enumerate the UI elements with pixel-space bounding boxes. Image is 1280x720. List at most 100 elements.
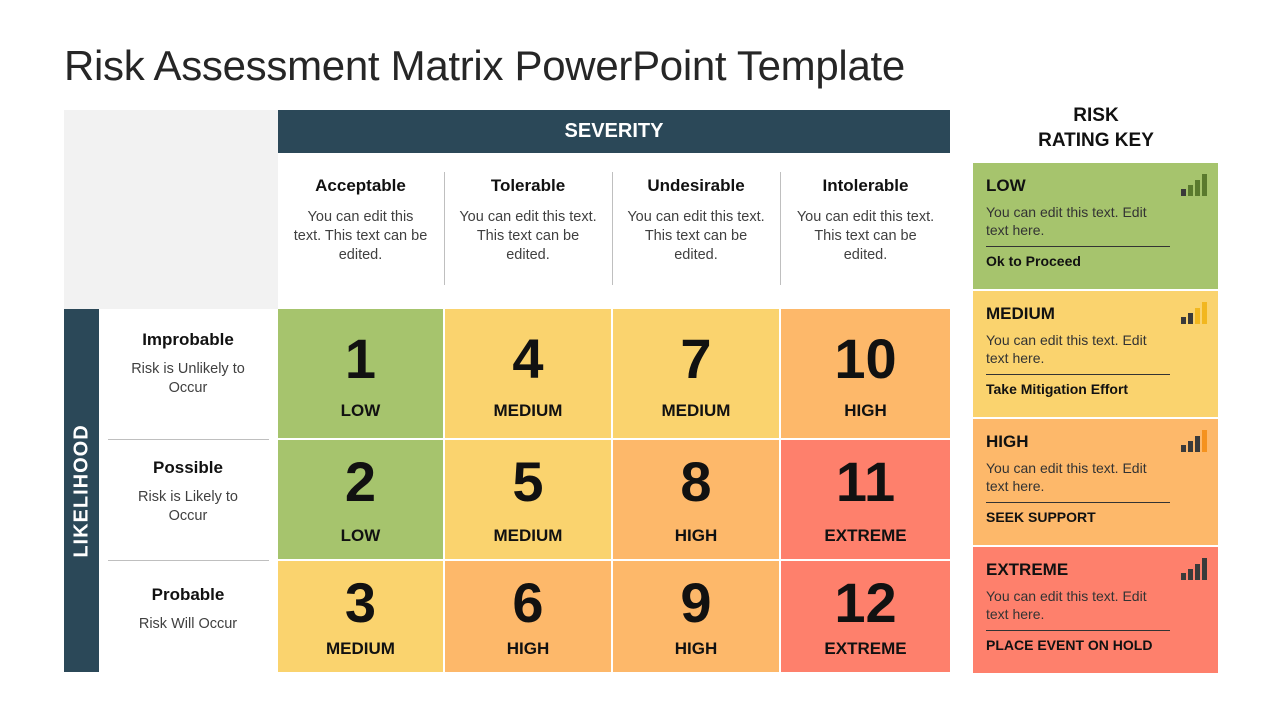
matrix-cell-2: 2 LOW	[278, 440, 443, 559]
risk-score: 9	[680, 571, 712, 634]
signal-bar	[1195, 180, 1200, 196]
signal-bar	[1202, 558, 1207, 580]
rating-key-title: RISK RATING KEY	[973, 103, 1219, 153]
likelihood-heading: Improbable	[142, 330, 234, 349]
rating-description: You can edit this text. Edit text here.	[986, 204, 1147, 238]
risk-score: 7	[680, 327, 712, 390]
severity-heading: Intolerable	[822, 176, 909, 195]
rating-level: MEDIUM	[986, 304, 1055, 323]
signal-bar	[1195, 308, 1200, 324]
row-divider	[108, 560, 269, 561]
rating-action: Ok to Proceed	[986, 253, 1081, 269]
matrix-cell-10: 10 HIGH	[781, 309, 950, 438]
risk-level: EXTREME	[824, 526, 907, 545]
signal-bar	[1181, 317, 1186, 324]
rating-divider	[986, 502, 1170, 503]
severity-description: You can edit this text. This text can be…	[459, 209, 597, 263]
rating-description: You can edit this text. Edit text here.	[986, 588, 1147, 622]
likelihood-description: Risk Will Occur	[138, 616, 238, 632]
rating-divider	[986, 246, 1170, 247]
matrix-cell-8: 8 HIGH	[613, 440, 779, 559]
signal-strength-icon	[1181, 430, 1207, 452]
column-divider	[612, 172, 613, 285]
risk-score: 5	[512, 450, 544, 513]
matrix-cell-3: 3 MEDIUM	[278, 561, 443, 672]
column-divider	[444, 172, 445, 285]
signal-bar	[1188, 569, 1193, 580]
matrix-cell-4: 4 MEDIUM	[445, 309, 611, 438]
signal-strength-icon	[1181, 558, 1207, 580]
risk-level: HIGH	[674, 526, 718, 545]
risk-score: 6	[512, 571, 544, 634]
signal-bar	[1202, 174, 1207, 196]
signal-bar	[1181, 573, 1186, 580]
matrix-cell-1: 1 LOW	[278, 309, 443, 438]
severity-heading: Undesirable	[647, 176, 745, 195]
risk-score: 2	[344, 450, 377, 513]
signal-bar	[1202, 430, 1207, 452]
rating-key-extreme: EXTREME You can edit this text. Edit tex…	[973, 547, 1218, 673]
severity-description: You can edit this text. This text can be…	[796, 209, 935, 263]
signal-strength-icon	[1181, 174, 1207, 196]
likelihood-label: LIKELIHOOD	[70, 423, 92, 558]
severity-column-1: Tolerable You can edit this text. This t…	[445, 170, 611, 286]
rating-level: EXTREME	[986, 560, 1069, 579]
matrix-cell-9: 9 HIGH	[613, 561, 779, 672]
likelihood-row-1: Possible Risk is Likely to Occur	[108, 458, 268, 526]
signal-bar	[1202, 302, 1207, 324]
signal-bar	[1195, 564, 1200, 580]
signal-bar	[1195, 436, 1200, 452]
rating-action: Take Mitigation Effort	[986, 381, 1129, 397]
risk-level: MEDIUM	[493, 526, 563, 545]
rating-key-medium: MEDIUM You can edit this text. Edit text…	[973, 291, 1218, 417]
likelihood-header: LIKELIHOOD	[64, 309, 99, 672]
signal-strength-icon	[1181, 302, 1207, 324]
risk-score: 8	[680, 450, 712, 513]
risk-level: MEDIUM	[661, 401, 731, 420]
matrix-cell-7: 7 MEDIUM	[613, 309, 779, 438]
severity-heading: Tolerable	[490, 176, 566, 195]
row-divider	[108, 439, 269, 440]
corner-panel	[64, 110, 278, 309]
severity-description: You can edit this text. This text can be…	[293, 209, 428, 263]
severity-label: SEVERITY	[564, 120, 664, 142]
risk-level: HIGH	[506, 639, 550, 658]
likelihood-heading: Possible	[153, 458, 223, 477]
likelihood-row-2: Probable Risk Will Occur	[108, 585, 268, 634]
slide-title: Risk Assessment Matrix PowerPoint Templa…	[64, 42, 905, 89]
severity-column-3: Intolerable You can edit this text. This…	[781, 170, 950, 286]
rating-level: HIGH	[986, 432, 1029, 451]
severity-heading: Acceptable	[315, 176, 406, 195]
risk-score: 11	[835, 450, 896, 513]
severity-column-2: Undesirable You can edit this text. This…	[613, 170, 779, 286]
risk-level: LOW	[340, 526, 381, 545]
severity-description: You can edit this text. This text can be…	[627, 209, 765, 263]
rating-action: SEEK SUPPORT	[986, 509, 1096, 525]
matrix-cell-11: 11 EXTREME	[781, 440, 950, 559]
rating-description: You can edit this text. Edit text here.	[986, 460, 1147, 494]
risk-level: LOW	[340, 401, 381, 420]
signal-bar	[1188, 313, 1193, 324]
risk-score: 4	[512, 327, 544, 390]
matrix-cell-5: 5 MEDIUM	[445, 440, 611, 559]
rating-divider	[986, 630, 1170, 631]
risk-score: 12	[834, 571, 897, 634]
signal-bar	[1188, 185, 1193, 196]
risk-score: 3	[344, 571, 377, 634]
rating-level: LOW	[986, 176, 1026, 195]
risk-score: 1	[344, 327, 377, 390]
likelihood-row-0: Improbable Risk is Unlikely to Occur	[108, 330, 268, 398]
signal-bar	[1181, 189, 1186, 196]
rating-divider	[986, 374, 1170, 375]
rating-key-title-line2: RATING KEY	[1038, 130, 1154, 151]
severity-column-0: Acceptable You can edit this text. This …	[278, 170, 443, 286]
matrix-cell-6: 6 HIGH	[445, 561, 611, 672]
risk-level: MEDIUM	[493, 401, 563, 420]
risk-level: MEDIUM	[326, 639, 395, 658]
column-divider	[780, 172, 781, 285]
signal-bar	[1181, 445, 1186, 452]
rating-action: PLACE EVENT ON HOLD	[986, 637, 1153, 653]
likelihood-heading: Probable	[151, 585, 225, 604]
likelihood-description: Risk is Likely to Occur	[138, 489, 238, 524]
severity-header: SEVERITY	[278, 110, 950, 153]
